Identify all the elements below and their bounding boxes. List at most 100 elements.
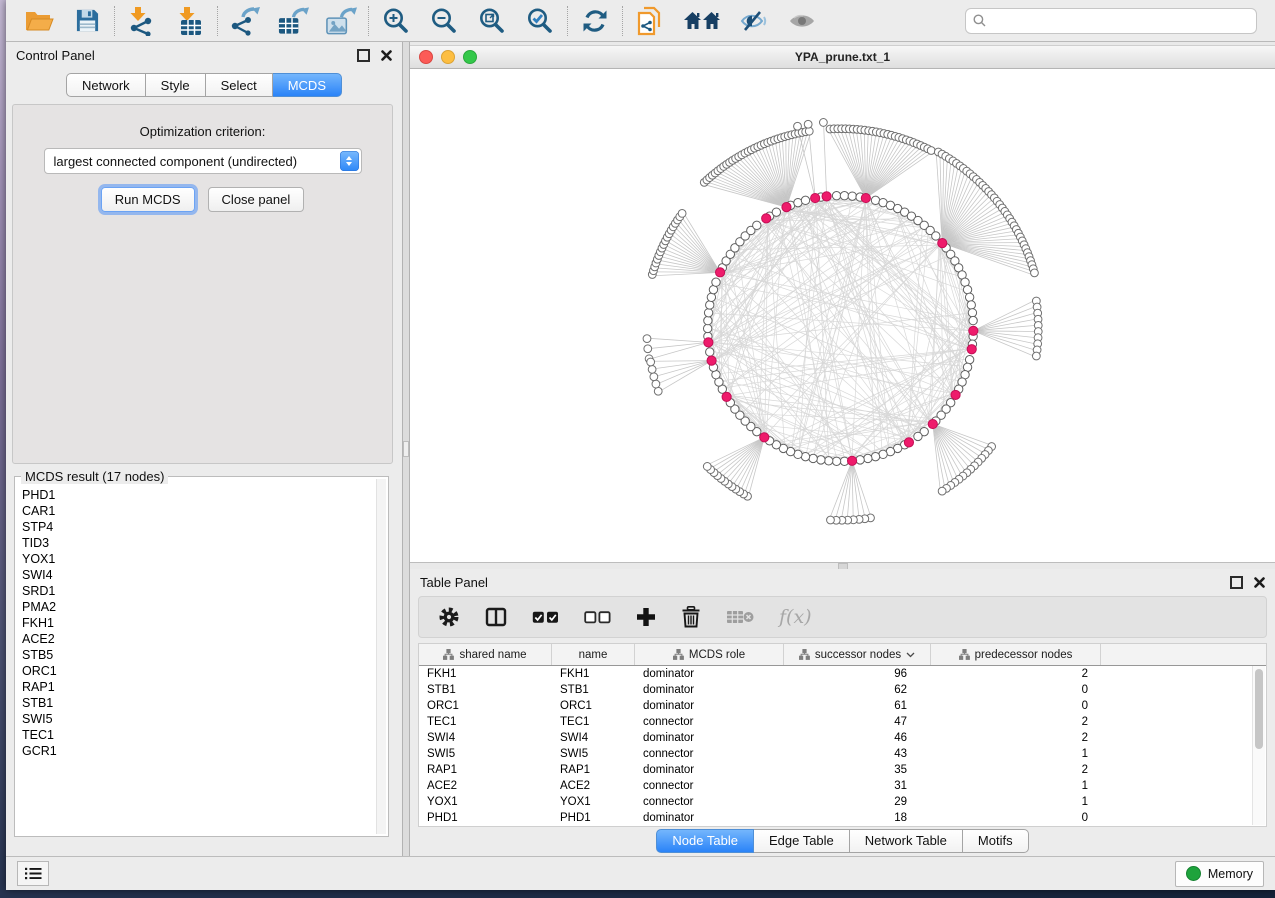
maximize-window-icon[interactable] — [463, 50, 477, 64]
show-all-button[interactable] — [786, 5, 818, 37]
column-header-predecessor-nodes[interactable]: predecessor nodes — [931, 644, 1101, 665]
export-table-button[interactable] — [277, 5, 309, 37]
mcds-result-item[interactable]: STP4 — [22, 519, 376, 535]
table-cell[interactable]: 29 — [784, 796, 931, 808]
zoom-in-button[interactable] — [380, 5, 412, 37]
table-cell[interactable]: dominator — [635, 684, 784, 696]
table-cell[interactable]: 2 — [931, 668, 1101, 680]
scrollbar-thumb[interactable] — [1255, 669, 1263, 749]
network-titlebar[interactable]: YPA_prune.txt_1 — [410, 45, 1275, 69]
save-session-button[interactable] — [71, 5, 103, 37]
table-cell[interactable]: SWI5 — [419, 748, 552, 760]
table-cell[interactable]: SWI5 — [552, 748, 635, 760]
close-window-icon[interactable] — [419, 50, 433, 64]
result-list-scrollbar[interactable] — [376, 479, 386, 834]
apply-function-button[interactable]: f(x) — [779, 606, 812, 628]
table-cell[interactable]: 18 — [784, 812, 931, 824]
mcds-result-item[interactable]: SRD1 — [22, 583, 376, 599]
tab-motifs[interactable]: Motifs — [963, 829, 1029, 853]
tab-mcds[interactable]: MCDS — [273, 73, 342, 97]
table-cell[interactable]: ACE2 — [552, 780, 635, 792]
table-cell[interactable]: 62 — [784, 684, 931, 696]
table-cell[interactable]: 43 — [784, 748, 931, 760]
table-cell[interactable]: STB1 — [552, 684, 635, 696]
mcds-result-item[interactable]: YOX1 — [22, 551, 376, 567]
table-row[interactable]: ORC1ORC1dominator610 — [419, 698, 1266, 714]
table-cell[interactable]: 2 — [931, 764, 1101, 776]
zoom-fit-button[interactable] — [476, 5, 508, 37]
vertical-splitter[interactable] — [402, 42, 410, 856]
table-row[interactable]: STB1STB1dominator620 — [419, 682, 1266, 698]
table-cell[interactable]: 31 — [784, 780, 931, 792]
table-cell[interactable]: ORC1 — [419, 700, 552, 712]
mcds-result-item[interactable]: TID3 — [22, 535, 376, 551]
add-row-button[interactable] — [636, 607, 656, 627]
global-search[interactable] — [965, 8, 1257, 34]
table-cell[interactable]: YOX1 — [419, 796, 552, 808]
delete-table-button[interactable] — [726, 609, 754, 625]
table-row[interactable]: PHD1PHD1dominator180 — [419, 810, 1266, 826]
table-cell[interactable]: dominator — [635, 732, 784, 744]
table-cell[interactable]: FKH1 — [552, 668, 635, 680]
table-row[interactable]: SWI4SWI4dominator462 — [419, 730, 1266, 746]
table-scrollbar[interactable] — [1252, 666, 1265, 825]
table-row[interactable]: ACE2ACE2connector311 — [419, 778, 1266, 794]
table-cell[interactable]: connector — [635, 796, 784, 808]
tab-edge-table[interactable]: Edge Table — [754, 829, 850, 853]
search-input[interactable] — [991, 13, 1249, 29]
close-panel-icon[interactable] — [381, 50, 392, 61]
tab-network-table[interactable]: Network Table — [850, 829, 963, 853]
mcds-result-item[interactable]: GCR1 — [22, 743, 376, 759]
float-panel-icon[interactable] — [357, 49, 370, 62]
refresh-button[interactable] — [579, 5, 611, 37]
criterion-select[interactable]: largest connected component (undirected) — [44, 148, 362, 174]
table-cell[interactable]: dominator — [635, 668, 784, 680]
table-cell[interactable]: connector — [635, 780, 784, 792]
mcds-result-item[interactable]: STB1 — [22, 695, 376, 711]
table-cell[interactable]: connector — [635, 716, 784, 728]
table-cell[interactable]: connector — [635, 748, 784, 760]
column-header-mcds-role[interactable]: MCDS role — [635, 644, 784, 665]
network-canvas[interactable] — [410, 69, 1275, 562]
mcds-result-item[interactable]: ORC1 — [22, 663, 376, 679]
mcds-result-item[interactable]: PHD1 — [22, 487, 376, 503]
table-cell[interactable]: TEC1 — [419, 716, 552, 728]
zoom-out-button[interactable] — [428, 5, 460, 37]
table-cell[interactable]: 61 — [784, 700, 931, 712]
mcds-result-item[interactable]: STB5 — [22, 647, 376, 663]
show-columns-button[interactable] — [485, 607, 507, 627]
memory-button[interactable]: Memory — [1175, 861, 1264, 887]
import-network-button[interactable] — [126, 5, 158, 37]
table-cell[interactable]: 96 — [784, 668, 931, 680]
close-panel-icon[interactable] — [1254, 577, 1265, 588]
table-cell[interactable]: FKH1 — [419, 668, 552, 680]
table-cell[interactable]: SWI4 — [552, 732, 635, 744]
delete-row-button[interactable] — [681, 606, 701, 628]
table-cell[interactable]: YOX1 — [552, 796, 635, 808]
mcds-result-item[interactable]: TEC1 — [22, 727, 376, 743]
table-settings-button[interactable] — [438, 606, 460, 628]
table-cell[interactable]: ORC1 — [552, 700, 635, 712]
table-row[interactable]: FKH1FKH1dominator962 — [419, 666, 1266, 682]
table-cell[interactable]: ACE2 — [419, 780, 552, 792]
deselect-all-button[interactable] — [584, 611, 611, 624]
tab-network[interactable]: Network — [66, 73, 146, 97]
column-header-shared-name[interactable]: shared name — [419, 644, 552, 665]
table-row[interactable]: RAP1RAP1dominator352 — [419, 762, 1266, 778]
close-panel-button[interactable]: Close panel — [208, 187, 305, 212]
mcds-result-item[interactable]: PMA2 — [22, 599, 376, 615]
table-cell[interactable]: 1 — [931, 796, 1101, 808]
hide-selected-button[interactable] — [738, 5, 770, 37]
table-cell[interactable]: SWI4 — [419, 732, 552, 744]
select-all-button[interactable] — [532, 611, 559, 624]
float-panel-icon[interactable] — [1230, 576, 1243, 589]
table-cell[interactable]: dominator — [635, 700, 784, 712]
table-cell[interactable]: 47 — [784, 716, 931, 728]
table-cell[interactable]: dominator — [635, 812, 784, 824]
table-cell[interactable]: RAP1 — [419, 764, 552, 776]
first-neighbors-button[interactable] — [682, 5, 722, 37]
export-image-button[interactable] — [325, 5, 357, 37]
table-cell[interactable]: TEC1 — [552, 716, 635, 728]
table-cell[interactable]: dominator — [635, 764, 784, 776]
table-cell[interactable]: PHD1 — [552, 812, 635, 824]
